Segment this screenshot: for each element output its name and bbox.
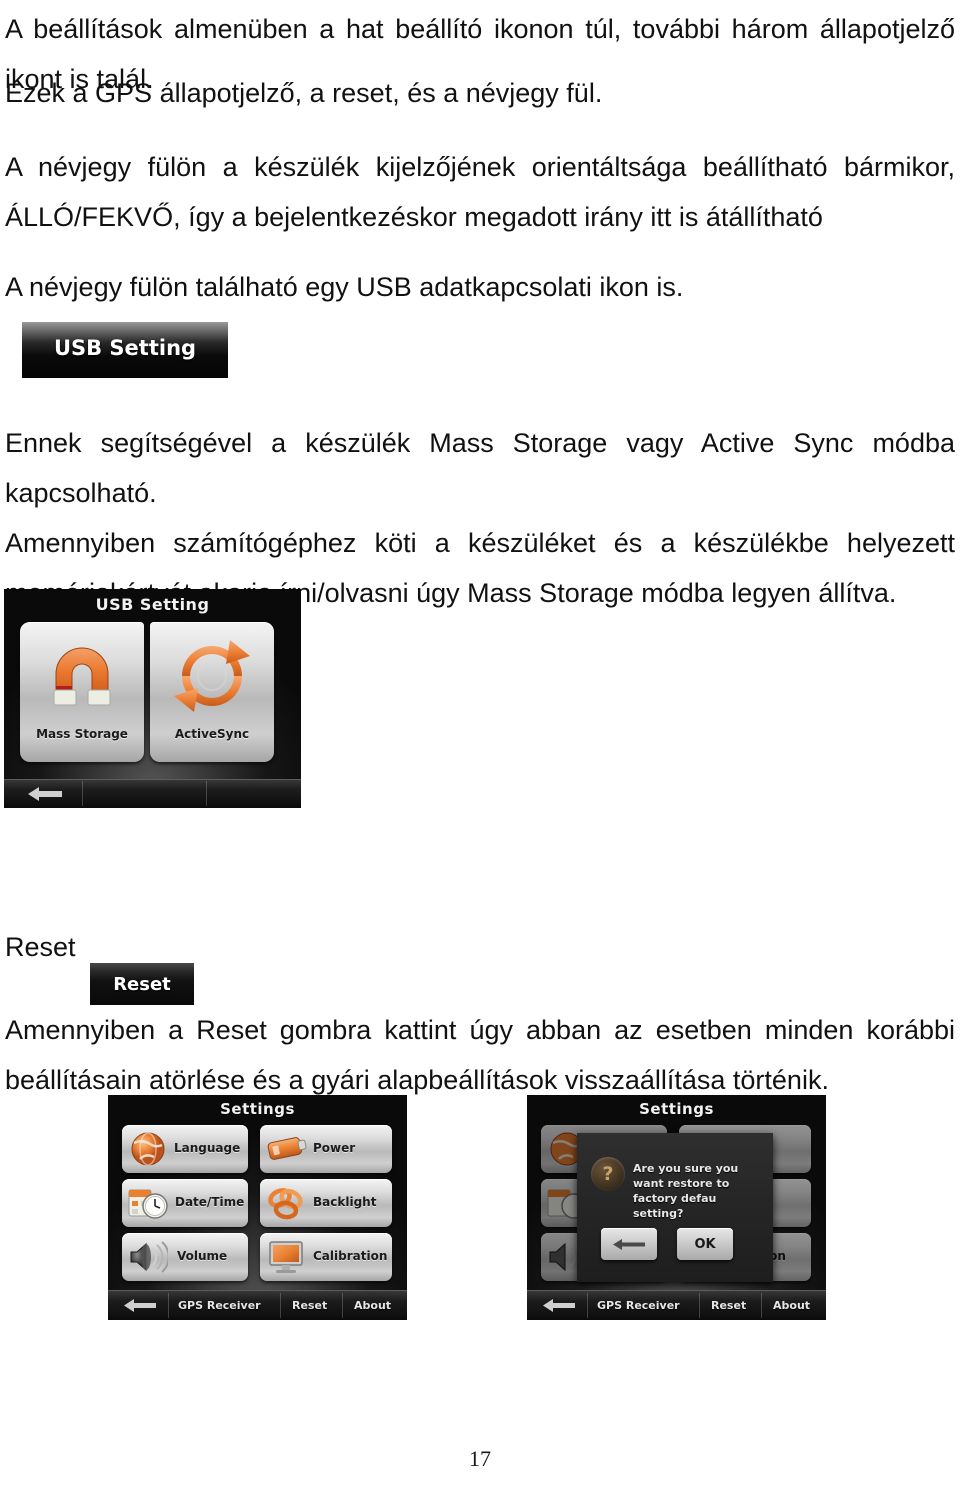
bottombar-item-reset[interactable]: Reset	[711, 1299, 746, 1312]
reset-button-image[interactable]: Reset	[90, 963, 194, 1005]
settings-dialog-screen-title: Settings	[639, 1100, 714, 1118]
settings-screenshot: Settings Language Power Date/Time Backli…	[108, 1095, 407, 1320]
document-page: A beállítások almenüben a hat beállító i…	[0, 0, 960, 1493]
usb-screen-bottombar	[4, 779, 301, 808]
tile-label-power: Power	[313, 1141, 356, 1155]
back-arrow-icon[interactable]	[28, 787, 62, 801]
tile-activesync[interactable]: ActiveSync	[150, 622, 274, 762]
bottombar-item-gps-receiver[interactable]: GPS Receiver	[178, 1299, 261, 1312]
speaker-icon	[130, 1241, 168, 1273]
clock-calendar-icon	[128, 1189, 168, 1219]
settings-screen-bottombar: GPS Receiver Reset About	[108, 1290, 407, 1320]
dialog-ok-button[interactable]: OK	[677, 1228, 733, 1260]
usb-setting-screenshot: USB Setting Mass Storage ActiveSync	[4, 589, 301, 808]
tile-backlight[interactable]: Backlight	[260, 1179, 392, 1227]
tile-label-mass-storage: Mass Storage	[36, 727, 128, 741]
bottombar-item-gps-receiver[interactable]: GPS Receiver	[597, 1299, 680, 1312]
tile-mass-storage[interactable]: Mass Storage	[20, 622, 144, 762]
paragraph-4: A névjegy fülön található egy USB adatka…	[5, 272, 684, 302]
tile-label-activesync: ActiveSync	[174, 727, 250, 741]
rings-icon	[268, 1188, 303, 1220]
bottombar-separator	[206, 781, 207, 806]
tile-label-volume: Volume	[177, 1249, 228, 1263]
tile-label-date-time: Date/Time	[175, 1195, 245, 1209]
bottombar-separator	[761, 1293, 762, 1318]
tile-calibration[interactable]: Calibration	[260, 1233, 392, 1281]
settings-screenshot-with-dialog: Settings t ion	[527, 1095, 826, 1320]
bottombar-separator	[82, 781, 83, 806]
back-arrow-icon[interactable]	[124, 1299, 156, 1312]
bottombar-item-reset[interactable]: Reset	[292, 1299, 327, 1312]
globe-icon	[131, 1132, 165, 1166]
settings-dialog-screen-bottombar: GPS Receiver Reset About	[527, 1290, 826, 1320]
bottombar-separator	[699, 1293, 700, 1318]
monitor-icon	[269, 1241, 303, 1273]
factory-reset-confirm-dialog: ? Are you sure you want restore to facto…	[577, 1133, 773, 1282]
usb-setting-banner-title: USB Setting	[53, 336, 197, 360]
back-arrow-icon[interactable]	[543, 1299, 575, 1312]
battery-icon	[267, 1137, 307, 1160]
bottombar-item-about[interactable]: About	[773, 1299, 810, 1312]
usb-screen-title: USB Setting	[95, 595, 210, 614]
tile-power[interactable]: Power	[260, 1125, 392, 1173]
back-arrow-icon	[613, 1239, 645, 1250]
paragraph-7: Amennyiben a Reset gombra kattint úgy ab…	[5, 1015, 955, 1095]
tile-date-time[interactable]: Date/Time	[122, 1179, 248, 1227]
usb-setting-banner-image: USB Setting	[22, 322, 228, 378]
tile-language[interactable]: Language	[122, 1125, 248, 1173]
magnet-icon	[53, 647, 111, 706]
bottombar-separator	[280, 1293, 281, 1318]
settings-screen-title: Settings	[220, 1100, 295, 1118]
dialog-message: Are you sure you want restore to factory…	[633, 1162, 739, 1220]
tile-volume[interactable]: Volume	[122, 1233, 248, 1281]
dialog-ok-label: OK	[694, 1237, 716, 1252]
paragraph-2: Ezek a GPS állapotjelző, a reset, és a n…	[5, 78, 603, 108]
tile-label-calibration: Calibration	[313, 1249, 388, 1263]
refresh-cycle-icon	[174, 640, 250, 712]
paragraph-3: A névjegy fülön a készülék kijelzőjének …	[5, 152, 955, 232]
dialog-back-button[interactable]	[601, 1228, 657, 1260]
bottombar-separator	[168, 1293, 169, 1318]
bottombar-item-about[interactable]: About	[354, 1299, 391, 1312]
tile-label-language: Language	[174, 1141, 241, 1155]
bottombar-separator	[342, 1293, 343, 1318]
paragraph-5: Ennek segítségével a készülék Mass Stora…	[5, 428, 955, 508]
bottombar-separator	[587, 1293, 588, 1318]
reset-heading: Reset	[5, 932, 76, 962]
question-mark-icon: ?	[591, 1157, 625, 1191]
tile-label-backlight: Backlight	[313, 1195, 377, 1209]
page-number: 17	[469, 1446, 491, 1471]
reset-button-label: Reset	[113, 974, 171, 995]
